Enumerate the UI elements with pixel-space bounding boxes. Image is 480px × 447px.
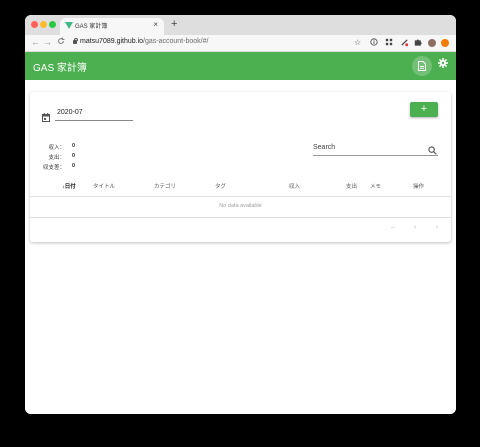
- address-bar[interactable]: matsu7089.github.io/gas-account-book/#/: [80, 38, 208, 45]
- vue-favicon-icon: [65, 22, 73, 29]
- month-picker-field[interactable]: 2020-07: [55, 108, 133, 121]
- forward-button[interactable]: →: [43, 37, 52, 47]
- reload-icon: [58, 37, 65, 44]
- empty-table-message: No data available: [30, 196, 451, 218]
- lock-icon: [73, 37, 78, 44]
- summary-value: 0: [72, 153, 76, 159]
- calendar-icon[interactable]: [42, 109, 50, 127]
- previous-page-icon[interactable]: ‹: [414, 224, 416, 231]
- month-value: 2020-07: [57, 109, 83, 116]
- minimize-window-button[interactable]: [40, 21, 47, 28]
- pagination-range: –: [391, 224, 395, 231]
- browser-window: GAS 家計簿 × + ← → matsu7089.github.io/gas-…: [25, 15, 456, 414]
- grid-extension-icon[interactable]: [385, 38, 393, 49]
- summary-label: 収入：: [48, 145, 65, 151]
- reload-button[interactable]: [57, 37, 65, 47]
- column-header-actions: 操作: [413, 184, 425, 190]
- code-extension-icon[interactable]: [400, 38, 409, 50]
- summary-label: 収支差：: [42, 165, 65, 171]
- search-placeholder: Search: [313, 144, 336, 151]
- browser-toolbar: ← → matsu7089.github.io/gas-account-book…: [25, 35, 456, 52]
- column-header-date[interactable]: ↓日付: [62, 182, 76, 190]
- column-header-income[interactable]: 収入: [289, 182, 300, 190]
- column-header-memo[interactable]: メモ: [370, 182, 381, 190]
- column-header-tags[interactable]: タグ: [215, 182, 226, 190]
- account-book-card: 2020-07 + 収入： 0 支出： 0 収支差： 0 Search ↓日付 …: [30, 92, 451, 242]
- settings-gear-icon[interactable]: [438, 58, 448, 71]
- tab-bar: GAS 家計簿 × +: [25, 15, 456, 35]
- search-icon[interactable]: [428, 142, 437, 160]
- search-input[interactable]: Search: [313, 143, 438, 156]
- column-header-category[interactable]: カテゴリ: [154, 182, 176, 190]
- url-path: /gas-account-book/#/: [143, 38, 209, 45]
- next-page-icon[interactable]: ›: [436, 224, 438, 231]
- summary-label: 支出：: [48, 155, 65, 161]
- new-tab-button[interactable]: +: [171, 18, 177, 30]
- summary-value: 0: [72, 143, 76, 149]
- bookmark-star-icon[interactable]: ☆: [354, 38, 361, 48]
- info-icon[interactable]: [370, 38, 378, 49]
- add-record-button[interactable]: +: [410, 102, 438, 117]
- table-footer: – ‹ ›: [30, 217, 451, 242]
- browser-tab[interactable]: GAS 家計簿 ×: [60, 18, 164, 35]
- document-icon: [418, 61, 426, 71]
- back-button[interactable]: ←: [31, 37, 40, 47]
- update-menu-icon[interactable]: [441, 39, 449, 47]
- tab-close-icon[interactable]: ×: [153, 20, 158, 29]
- column-label: 日付: [64, 184, 76, 190]
- url-host: matsu7089.github.io: [80, 38, 144, 45]
- profile-avatar-icon[interactable]: [428, 39, 436, 47]
- puzzle-extension-icon[interactable]: [414, 38, 422, 49]
- table-header: ↓日付 タイトル カテゴリ タグ 収入 支出 メモ 操作: [30, 176, 451, 197]
- summary-value: 0: [72, 163, 76, 169]
- app-title: GAS 家計簿: [33, 63, 87, 74]
- column-header-title[interactable]: タイトル: [93, 182, 115, 190]
- tab-title: GAS 家計簿: [75, 24, 108, 30]
- column-header-expense[interactable]: 支出: [346, 182, 357, 190]
- main-content: 2020-07 + 収入： 0 支出： 0 収支差： 0 Search ↓日付 …: [25, 80, 456, 414]
- spreadsheet-button[interactable]: [412, 56, 432, 76]
- close-window-button[interactable]: [31, 21, 38, 28]
- app-bar: GAS 家計簿: [25, 52, 456, 80]
- maximize-window-button[interactable]: [49, 21, 56, 28]
